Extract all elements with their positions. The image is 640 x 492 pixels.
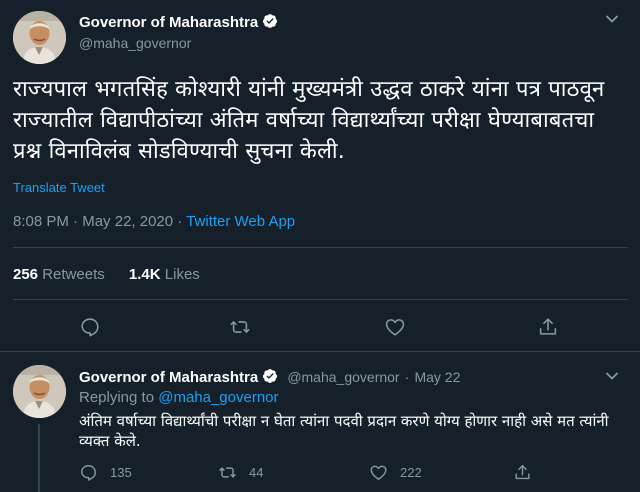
author-avatar[interactable] [13, 11, 66, 64]
retweet-icon[interactable] [229, 316, 251, 338]
divider [0, 351, 640, 352]
meta-separator: · [73, 213, 79, 230]
reply-text: अंतिम वर्षाच्या विद्यार्थ्यांची परीक्षा … [79, 412, 609, 450]
meta-separator: · [177, 213, 183, 230]
tweet-date[interactable]: May 22, 2020 [82, 213, 173, 230]
divider [13, 247, 628, 248]
reply-author-avatar[interactable] [13, 365, 66, 418]
reply-separator: · [404, 369, 410, 385]
author-name[interactable]: Governor of Maharashtra [79, 13, 278, 31]
reply-date[interactable]: May 22 [414, 369, 460, 385]
author-name-text[interactable]: Governor of Maharashtra [79, 14, 258, 31]
replying-prefix: Replying to [79, 389, 155, 406]
share-icon[interactable] [537, 316, 559, 338]
tweet-meta: 8:08 PM · May 22, 2020 · Twitter Web App [13, 213, 295, 230]
likes-label: Likes [164, 266, 200, 283]
likes-stat[interactable]: 1.4K Likes [129, 266, 200, 283]
retweets-stat[interactable]: 256 Retweets [13, 266, 105, 283]
reply-icon [79, 463, 98, 482]
thread-line [38, 424, 40, 492]
retweet-count: 44 [249, 465, 264, 480]
reply-count: 135 [110, 465, 132, 480]
likes-count: 1.4K [128, 266, 161, 283]
verified-badge-icon [262, 368, 278, 384]
verified-badge-icon [262, 13, 278, 29]
like-icon [369, 463, 388, 482]
share-action[interactable] [513, 463, 532, 482]
reply-icon[interactable] [79, 316, 101, 338]
retweet-icon [218, 463, 237, 482]
retweets-count: 256 [13, 266, 39, 283]
tweet-text: राज्यपाल भगतसिंह कोश्यारी यांनी मुख्यमंत… [13, 77, 605, 164]
like-action[interactable]: 222 [369, 463, 422, 482]
tweet-client[interactable]: Twitter Web App [186, 213, 295, 230]
like-icon[interactable] [384, 316, 406, 338]
reply-author-name[interactable]: Governor of Maharashtra [79, 369, 258, 386]
reply-author-handle[interactable]: @maha_governor [287, 369, 399, 385]
tweet-time[interactable]: 8:08 PM [13, 213, 69, 230]
tweet-stats: 256 Retweets 1.4K Likes [13, 266, 200, 283]
translate-tweet-link[interactable]: Translate Tweet [13, 180, 105, 195]
reply-action[interactable]: 135 [79, 463, 132, 482]
share-icon [513, 463, 532, 482]
reply-header: Governor of Maharashtra @maha_governor ·… [79, 367, 460, 386]
like-count: 222 [400, 465, 422, 480]
divider [13, 299, 628, 300]
chevron-down-icon[interactable] [605, 12, 619, 26]
author-handle[interactable]: @maha_governor [79, 35, 191, 51]
replying-to: Replying to @maha_governor [79, 389, 279, 406]
retweets-label: Retweets [42, 266, 105, 283]
chevron-down-icon[interactable] [605, 369, 619, 383]
replying-handle[interactable]: @maha_governor [158, 389, 278, 406]
retweet-action[interactable]: 44 [218, 463, 263, 482]
